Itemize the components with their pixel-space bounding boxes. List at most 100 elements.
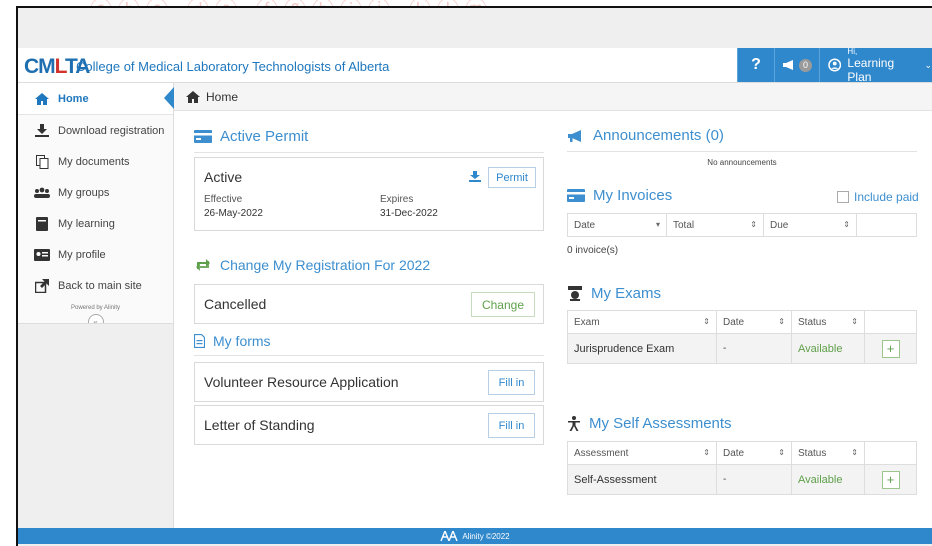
help-button[interactable]: ? xyxy=(737,48,774,82)
invoices-table: Date ▾ Total ⇕ Due ⇕ xyxy=(567,213,917,237)
sidebar-item-label: My documents xyxy=(58,155,130,168)
sidebar-item-my-profile[interactable]: My profile xyxy=(18,239,173,270)
column-header-due[interactable]: Due ⇕ xyxy=(763,213,857,237)
table-header-empty xyxy=(864,310,917,334)
divider xyxy=(194,355,544,356)
megaphone-icon xyxy=(567,129,585,143)
form-label: Letter of Standing xyxy=(204,417,315,433)
include-paid-toggle[interactable]: Include paid xyxy=(837,190,919,204)
table-row: Jurisprudence Exam - Available + xyxy=(567,333,917,364)
documents-icon xyxy=(34,154,50,169)
form-label: Volunteer Resource Application xyxy=(204,374,399,390)
permit-button[interactable]: Permit xyxy=(488,167,536,188)
no-announcements-text: No announcements xyxy=(707,158,777,167)
column-header-status[interactable]: Status ⇕ xyxy=(791,441,865,465)
column-header-date[interactable]: Date ⇕ xyxy=(716,310,792,334)
top-navbar: CMLTA College of Medical Laboratory Tech… xyxy=(18,46,932,84)
user-circle-icon xyxy=(828,58,842,72)
user-greeting: Hi, xyxy=(847,46,858,56)
fill-in-button[interactable]: Fill in xyxy=(488,413,535,438)
sidebar-item-my-documents[interactable]: My documents xyxy=(18,146,173,177)
registration-status: Cancelled xyxy=(204,296,267,312)
sidebar-item-label: Download registration xyxy=(58,124,165,137)
file-icon xyxy=(194,334,205,348)
announcements-heading: Announcements (0) xyxy=(567,127,724,144)
main-content: Home Active Permit Active Permit Effecti… xyxy=(174,83,932,528)
sort-icon: ⇕ xyxy=(778,447,785,457)
sort-icon: ⇕ xyxy=(750,219,757,229)
sidebar-empty-area xyxy=(18,323,173,529)
dropdown-caret-icon: ▾ xyxy=(655,219,660,229)
announcements-button[interactable]: 0 xyxy=(774,48,819,82)
column-header-assessment[interactable]: Assessment ⇕ xyxy=(567,441,717,465)
invoice-count: 0 invoice(s) xyxy=(567,245,619,256)
exams-table: Exam ⇕ Date ⇕ Status ⇕ Jurisprudence Exam -… xyxy=(567,310,917,364)
exam-action-cell: + xyxy=(864,333,917,364)
change-registration-button[interactable]: Change xyxy=(471,292,535,317)
graduation-icon xyxy=(567,286,583,301)
sidebar-item-download-registration[interactable]: Download registration xyxy=(18,115,173,146)
column-header-total[interactable]: Total ⇕ xyxy=(666,213,764,237)
expires-label: Expires xyxy=(380,194,414,205)
registration-card: Cancelled Change xyxy=(194,284,544,324)
exam-name-cell: Jurisprudence Exam xyxy=(567,333,717,364)
footer: Alinity ©2022 xyxy=(18,528,932,544)
form-item-letter-of-standing: Letter of Standing Fill in xyxy=(194,405,544,445)
sidebar-item-label: Back to main site xyxy=(58,279,142,292)
plus-icon: + xyxy=(886,341,895,356)
sort-icon: ⇕ xyxy=(703,447,710,457)
column-header-date[interactable]: Date ▾ xyxy=(567,213,667,237)
external-link-icon xyxy=(34,278,50,293)
sort-icon: ⇕ xyxy=(843,219,850,229)
user-name: Learning Plan xyxy=(847,55,895,84)
org-name-link[interactable]: College of Medical Laboratory Technologi… xyxy=(76,59,389,74)
permit-status: Active xyxy=(204,169,243,185)
exam-date-cell: - xyxy=(716,333,792,364)
sort-icon: ⇕ xyxy=(851,316,858,326)
sort-icon: ⇕ xyxy=(778,316,785,326)
chevron-down-icon: ⌄ xyxy=(924,59,932,70)
fill-in-button[interactable]: Fill in xyxy=(488,370,535,395)
alinity-logo-icon xyxy=(440,531,459,541)
divider xyxy=(567,151,917,152)
sort-icon: ⇕ xyxy=(703,316,710,326)
id-card-icon xyxy=(34,248,50,261)
sidebar-item-label: My profile xyxy=(58,248,106,261)
include-paid-checkbox[interactable] xyxy=(837,191,849,203)
powered-by-text: Powered by Alinity xyxy=(70,305,121,311)
assessment-status-cell: Available xyxy=(791,464,865,495)
sidebar-item-my-learning[interactable]: My learning xyxy=(18,208,173,239)
exam-status-cell: Available xyxy=(791,333,865,364)
active-indicator xyxy=(164,87,174,109)
credit-card-icon xyxy=(194,130,212,143)
table-header-empty xyxy=(856,213,917,237)
assessment-date-cell: - xyxy=(716,464,792,495)
sidebar-item-back-to-main-site[interactable]: Back to main site xyxy=(18,270,173,301)
user-menu[interactable]: Hi, Learning Plan ⌄ xyxy=(819,46,932,84)
home-icon xyxy=(34,92,50,105)
my-exams-heading: My Exams xyxy=(567,285,661,302)
effective-label: Effective xyxy=(204,194,243,205)
announcement-count-badge: 0 xyxy=(799,58,812,72)
add-assessment-button[interactable]: + xyxy=(881,470,900,489)
my-invoices-heading: My Invoices xyxy=(567,187,672,204)
megaphone-icon xyxy=(783,60,793,70)
sort-icon: ⇕ xyxy=(851,447,858,457)
download-icon[interactable] xyxy=(469,171,481,182)
breadcrumb-home[interactable]: Home xyxy=(206,90,238,104)
download-icon xyxy=(34,124,50,137)
effective-date: 26-May-2022 xyxy=(204,208,263,219)
column-header-date[interactable]: Date ⇕ xyxy=(716,441,792,465)
add-exam-button[interactable]: + xyxy=(881,339,900,358)
form-item-volunteer: Volunteer Resource Application Fill in xyxy=(194,362,544,402)
sidebar-item-home[interactable]: Home xyxy=(18,83,174,115)
plus-icon: + xyxy=(886,472,895,487)
sidebar-item-my-groups[interactable]: My groups xyxy=(18,177,173,208)
sidebar-item-label: My learning xyxy=(58,217,115,230)
breadcrumb: Home xyxy=(174,83,932,111)
column-header-exam[interactable]: Exam ⇕ xyxy=(567,310,717,334)
column-header-status[interactable]: Status ⇕ xyxy=(791,310,865,334)
include-paid-label: Include paid xyxy=(854,190,919,204)
sidebar: Home Download registration My documents … xyxy=(18,83,174,529)
table-header-row: Assessment ⇕ Date ⇕ Status ⇕ xyxy=(567,441,917,465)
